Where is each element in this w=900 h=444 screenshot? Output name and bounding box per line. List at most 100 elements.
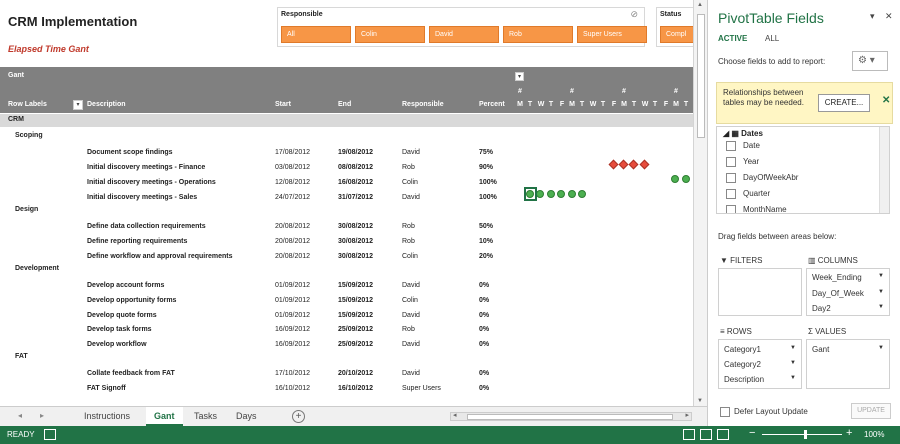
close-icon[interactable]: ✕ — [882, 95, 890, 106]
vertical-scrollbar[interactable]: ▲ ▼ — [693, 0, 707, 406]
zoom-slider-knob[interactable] — [804, 430, 807, 439]
column-chip[interactable]: Day2 ▼ — [809, 302, 887, 316]
slicer-button-all[interactable]: All — [281, 26, 351, 43]
table-row[interactable]: Document scope findings 17/08/2012 19/08… — [0, 146, 693, 160]
table-row[interactable]: Develop account forms 01/09/2012 15/09/2… — [0, 279, 693, 293]
tab-tasks[interactable]: Tasks — [186, 407, 225, 426]
macro-record-icon[interactable] — [44, 429, 56, 440]
filters-heading: ▼ FILTERS — [720, 256, 763, 265]
tab-active[interactable]: ACTIVE — [718, 34, 747, 43]
chevron-down-icon[interactable]: ▼ — [878, 273, 884, 279]
slicer-button-complete[interactable]: Compl — [660, 26, 693, 43]
tab-gant[interactable]: Gant — [146, 407, 183, 426]
group-row-crm[interactable]: CRM — [0, 114, 693, 127]
table-row[interactable]: Develop opportunity forms 01/09/2012 15/… — [0, 294, 693, 308]
chevron-down-icon[interactable]: ▼ — [790, 360, 796, 366]
table-row[interactable]: Develop task forms 16/09/2012 25/09/2012… — [0, 323, 693, 337]
tab-prev-icon[interactable]: ◂ — [18, 411, 22, 420]
scroll-up-icon[interactable]: ▲ — [697, 2, 703, 8]
field-group-dates[interactable]: ◢ ▦ Dates — [723, 129, 763, 138]
normal-view-icon[interactable] — [683, 429, 695, 440]
chevron-down-icon[interactable]: ▼ — [878, 345, 884, 351]
checkbox[interactable] — [726, 157, 736, 167]
tab-instructions[interactable]: Instructions — [76, 407, 138, 426]
defer-checkbox[interactable] — [720, 407, 730, 417]
field-quarter[interactable]: Quarter — [726, 189, 770, 199]
gear-icon[interactable]: ⚙ ▾ — [852, 51, 888, 71]
table-row[interactable]: Define reporting requirements 20/08/2012… — [0, 235, 693, 249]
scroll-left-icon[interactable]: ◂ — [453, 411, 457, 419]
tab-next-icon[interactable]: ▸ — [40, 411, 44, 420]
columns-area[interactable]: Week_Ending ▼ Day_Of_Week ▼ Day2 ▼ — [806, 268, 890, 316]
table-row[interactable]: Develop workflow 16/09/2012 25/09/2012 D… — [0, 338, 693, 352]
chevron-down-icon[interactable]: ▼ — [790, 345, 796, 351]
zoom-minus-icon[interactable]: − — [749, 427, 755, 439]
week-mark: # — [518, 88, 522, 95]
day-label: T — [600, 101, 606, 108]
checkbox[interactable] — [726, 141, 736, 151]
table-row[interactable]: Define data collection requirements 20/0… — [0, 220, 693, 234]
table-row[interactable]: Initial discovery meetings - Finance 03/… — [0, 161, 693, 175]
tab-days[interactable]: Days — [228, 407, 265, 426]
close-icon[interactable]: ✕ — [885, 11, 893, 22]
filter-dropdown-icon[interactable]: ▾ — [73, 100, 83, 110]
zoom-slider[interactable] — [762, 434, 842, 435]
zoom-plus-icon[interactable]: + — [846, 427, 852, 439]
checkbox[interactable] — [726, 189, 736, 199]
table-row[interactable]: Collate feedback from FAT 17/10/2012 20/… — [0, 367, 693, 381]
chevron-down-icon[interactable]: ▼ — [878, 304, 884, 310]
clear-filter-icon[interactable]: ⊘ — [630, 9, 638, 20]
worksheet[interactable]: CRM Implementation Elapsed Time Gant Res… — [0, 0, 693, 406]
zoom-level[interactable]: 100% — [864, 430, 884, 439]
values-area[interactable]: Gant ▼ — [806, 339, 890, 389]
checkbox[interactable] — [726, 205, 736, 213]
slicer-button-super-users[interactable]: Super Users — [577, 26, 647, 43]
field-list-scrollbar[interactable] — [879, 127, 889, 213]
scroll-thumb[interactable] — [467, 414, 673, 420]
category-fat[interactable]: FAT — [15, 353, 28, 360]
table-row[interactable]: FAT Signoff 16/10/2012 16/10/2012 Super … — [0, 382, 693, 396]
slicer-button-colin[interactable]: Colin — [355, 26, 425, 43]
value-chip[interactable]: Gant ▼ — [809, 343, 887, 357]
scroll-down-icon[interactable]: ▼ — [697, 398, 703, 404]
add-sheet-icon[interactable]: + — [292, 410, 305, 423]
scroll-right-icon[interactable]: ▸ — [685, 411, 689, 419]
status-slicer[interactable]: Status Compl — [656, 7, 693, 47]
category-design[interactable]: Design — [15, 206, 38, 213]
scroll-thumb[interactable] — [697, 14, 705, 138]
row-chip[interactable]: Category2 ▼ — [721, 358, 799, 372]
rows-area[interactable]: Category1 ▼ Category2 ▼ Description ▼ — [718, 339, 802, 389]
horizontal-scrollbar[interactable]: ◂ ▸ — [450, 412, 692, 421]
page-layout-icon[interactable] — [700, 429, 712, 440]
field-monthname[interactable]: MonthName — [726, 205, 787, 213]
column-chip[interactable]: Week_Ending ▼ — [809, 271, 887, 285]
table-row[interactable]: Initial discovery meetings - Sales 24/07… — [0, 191, 693, 205]
chevron-down-icon[interactable]: ▼ — [878, 289, 884, 295]
column-chip[interactable]: Day_Of_Week ▼ — [809, 287, 887, 301]
row-percent: 75% — [479, 149, 494, 156]
slicer-button-rob[interactable]: Rob — [503, 26, 573, 43]
pane-options-icon[interactable]: ▾ — [870, 11, 875, 22]
row-chip[interactable]: Category1 ▼ — [721, 343, 799, 357]
field-list[interactable]: ◢ ▦ Dates Date Year DayOfWeekAbr Quarter… — [716, 126, 890, 214]
page-break-icon[interactable] — [717, 429, 729, 440]
filter-dropdown-icon[interactable]: ▾ — [515, 72, 524, 81]
tab-all[interactable]: ALL — [765, 34, 779, 43]
responsible-slicer[interactable]: Responsible ⊘ All Colin David Rob Super … — [277, 7, 647, 47]
chevron-down-icon[interactable]: ▼ — [790, 375, 796, 381]
create-button[interactable]: CREATE... — [818, 94, 870, 112]
field-date[interactable]: Date — [726, 141, 760, 151]
filters-area[interactable] — [718, 268, 802, 316]
field-dayofweekabr[interactable]: DayOfWeekAbr — [726, 173, 798, 183]
update-button[interactable]: UPDATE — [851, 403, 891, 419]
category-development[interactable]: Development — [15, 265, 59, 272]
active-cell-selection[interactable] — [524, 187, 537, 201]
row-chip[interactable]: Description ▼ — [721, 373, 799, 387]
slicer-button-david[interactable]: David — [429, 26, 499, 43]
checkbox[interactable] — [726, 173, 736, 183]
category-scoping[interactable]: Scoping — [15, 132, 43, 139]
table-row[interactable]: Initial discovery meetings - Operations … — [0, 176, 693, 190]
field-year[interactable]: Year — [726, 157, 759, 167]
table-row[interactable]: Define workflow and approval requirement… — [0, 250, 693, 264]
table-row[interactable]: Develop quote forms 01/09/2012 15/09/201… — [0, 309, 693, 323]
